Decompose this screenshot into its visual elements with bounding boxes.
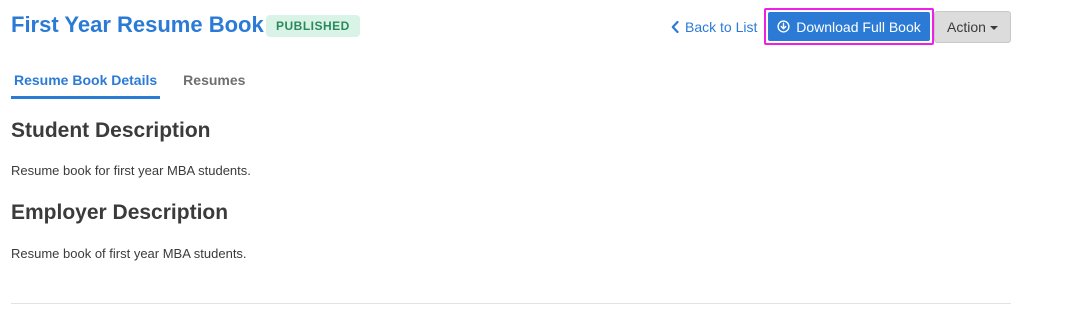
resume-book-page: First Year Resume Book PUBLISHED Back to… [0, 0, 1071, 309]
student-description-text: Resume book for first year MBA students. [11, 163, 251, 178]
download-full-book-highlight: Download Full Book [764, 8, 934, 45]
tab-resumes[interactable]: Resumes [180, 66, 248, 99]
caret-down-icon [989, 26, 998, 30]
employer-description-heading: Employer Description [11, 201, 229, 224]
action-dropdown-button[interactable]: Action [934, 11, 1011, 43]
download-full-book-label: Download Full Book [796, 18, 921, 35]
status-badge: PUBLISHED [266, 15, 360, 37]
employer-description-text: Resume book of first year MBA students. [11, 246, 247, 261]
chevron-left-icon [671, 21, 679, 33]
back-to-list-link[interactable]: Back to List [671, 18, 757, 36]
tab-resume-book-details[interactable]: Resume Book Details [11, 66, 161, 99]
tab-bar: Resume Book Details Resumes [11, 66, 268, 99]
download-circle-icon [777, 20, 790, 33]
page-title: First Year Resume Book [11, 12, 264, 37]
divider [11, 303, 1011, 304]
action-label: Action [947, 19, 986, 35]
student-description-heading: Student Description [11, 119, 211, 142]
download-full-book-button[interactable]: Download Full Book [768, 12, 930, 41]
back-to-list-label: Back to List [685, 19, 758, 35]
